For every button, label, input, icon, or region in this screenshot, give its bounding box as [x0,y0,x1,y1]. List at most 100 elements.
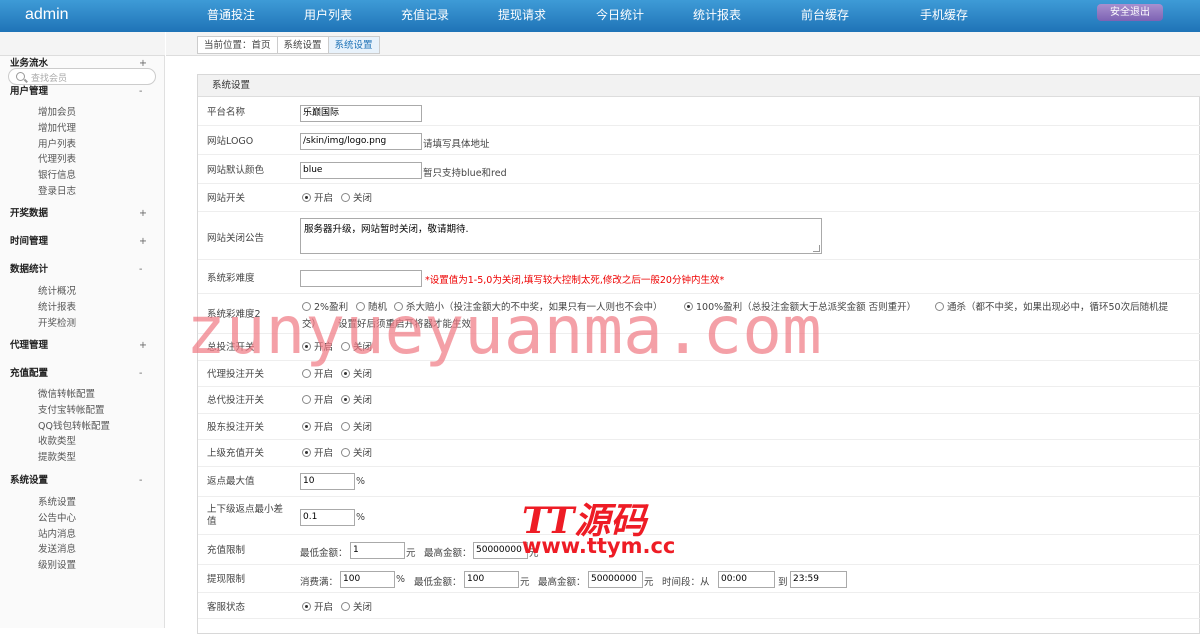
rebate-diff-unit: % [356,512,366,523]
sidebar-item[interactable]: 增加会员 [38,106,76,120]
rebate-max-unit: % [356,476,366,487]
sidebar-group-6[interactable]: 充值配置 - [0,366,165,382]
rebate-max-input[interactable]: 10 [300,473,355,490]
withdraw-consume-input[interactable]: 100 [340,571,395,588]
nav-item-2[interactable]: 充值记录 [401,0,449,32]
search-input[interactable]: 查找会员 [31,71,67,84]
nav-item-3[interactable]: 提现请求 [498,0,546,32]
sidebar-item[interactable]: 公告中心 [38,512,76,526]
sidebar-group-0[interactable]: 业务流水 + [0,56,165,72]
radio-label: 关闭 [353,193,373,204]
toggle-icon[interactable]: + [139,56,147,72]
logo-input[interactable]: /skin/img/logo.png [300,133,422,150]
sidebar-item[interactable]: 站内消息 [38,528,76,542]
sidebar-group-2[interactable]: 开奖数据 + [0,206,165,222]
sidebar-item[interactable]: QQ钱包转帐配置 [38,420,110,434]
difficulty2-option-3[interactable]: 100%盈利（总投注金额大于总派奖金额 否则重开） [684,302,916,314]
withdraw-time-from[interactable]: 00:00 [718,571,775,588]
toggle-icon[interactable]: + [139,206,147,222]
sidebar-item[interactable]: 代理列表 [38,153,76,167]
toggle-icon[interactable]: - [139,366,142,382]
withdraw-min-input[interactable]: 100 [464,571,519,588]
row-switch-4: 上级充值开关 开启 关闭 [198,440,1200,467]
switch-on[interactable]: 开启 [302,342,333,354]
nav-item-7[interactable]: 手机缓存 [920,0,968,32]
switch-on[interactable]: 开启 [302,421,333,434]
radio-icon [341,368,350,378]
switch-on[interactable]: 开启 [302,368,333,381]
sidebar-item[interactable]: 微信转帐配置 [38,388,95,402]
row-withdraw-limit: 提现限制 消费满： 100 % 最低金额： 100 元 最高金额： 500000… [198,565,1200,593]
sidebar-item[interactable]: 支付宝转帐配置 [38,404,105,418]
toggle-icon[interactable]: - [139,262,142,278]
nav-item-5[interactable]: 统计报表 [693,0,741,32]
nav-item-4[interactable]: 今日统计 [596,0,644,32]
withdraw-time-to[interactable]: 23:59 [790,571,847,588]
switch-on[interactable]: 开启 [302,395,333,407]
toggle-icon[interactable]: + [139,338,147,354]
difficulty2-option-0[interactable]: 2%盈利 [302,302,348,314]
switch-off[interactable]: 关闭 [341,448,372,460]
sidebar-group-3[interactable]: 时间管理 + [0,234,165,250]
switch-on[interactable]: 开启 [302,448,333,460]
logout-button[interactable]: 安全退出 [1097,4,1163,21]
switch-off[interactable]: 关闭 [341,395,372,407]
recharge-min-label: 最低金额： [300,548,348,559]
radio-icon [302,302,311,311]
label-difficulty: 系统彩难度 [207,273,255,284]
sidebar-group-title: 充值配置 [10,368,49,379]
switch-label: 总代投注开关 [207,395,265,407]
sidebar-item[interactable]: 级别设置 [38,559,76,573]
withdraw-max-input[interactable]: 50000000 [588,571,643,588]
toggle-icon[interactable]: + [139,234,147,250]
recharge-max-input[interactable]: 50000000 [473,542,528,559]
difficulty2-option-1[interactable]: 随机 [356,302,387,314]
sidebar-item[interactable]: 提款类型 [38,451,76,465]
panel-title: 系统设置 [198,75,1200,97]
sidebar-item[interactable]: 增加代理 [38,122,76,136]
difficulty2-option-2[interactable]: 杀大赔小（投注金额大的不中奖，如果只有一人则也不会中） [394,302,663,314]
close-notice-textarea[interactable]: 服务器升级，网站暂时关闭，敬请期待. [300,218,822,254]
switch-off[interactable]: 关闭 [341,421,372,434]
color-input[interactable]: blue [300,162,422,179]
recharge-min-input[interactable]: 1 [350,542,405,559]
platform-name-input[interactable]: 乐巅国际 [300,105,422,122]
sidebar-group-4[interactable]: 数据统计 - [0,262,165,278]
sidebar-item[interactable]: 收款类型 [38,435,76,449]
service-off[interactable]: 关闭 [341,602,372,614]
nav-item-1[interactable]: 用户列表 [304,0,352,32]
sidebar-item[interactable]: 开奖检测 [38,317,76,331]
switch-label: 上级充值开关 [207,448,265,460]
sidebar-item[interactable]: 发送消息 [38,543,76,557]
label-platform-name: 平台名称 [207,107,246,118]
withdraw-consume-label: 消费满： [300,577,339,588]
sidebar: 查找会员 业务流水 + 用户管理 - 增加会员增加代理用户列表 代理列表银行信息登录日志开… [0,56,165,628]
toggle-icon[interactable]: - [139,84,142,100]
difficulty2-option-4[interactable]: 通杀（都不中奖，如果出现必中，循环50次后随机提 [935,302,1168,314]
service-on[interactable]: 开启 [302,602,333,614]
breadcrumb-section[interactable]: 系统设置 [276,36,329,54]
sidebar-item[interactable]: 银行信息 [38,169,76,183]
radio-icon [302,368,311,378]
difficulty-input[interactable] [300,270,422,287]
switch-off[interactable]: 关闭 [341,368,372,381]
sidebar-item[interactable]: 统计概况 [38,285,76,299]
sidebar-group-title: 业务流水 [10,58,49,69]
breadcrumb-home[interactable]: 当前位置：首页 [197,36,278,54]
search-icon [16,72,25,81]
site-switch-off[interactable]: 关闭 [341,193,372,205]
sidebar-group-7[interactable]: 系统设置 - [0,473,165,489]
site-switch-on[interactable]: 开启 [302,193,333,205]
sidebar-group-5[interactable]: 代理管理 + [0,338,165,354]
switch-off[interactable]: 关闭 [341,342,372,354]
rebate-diff-input[interactable]: 0.1 [300,509,355,526]
sidebar-group-title: 代理管理 [10,340,49,351]
sidebar-item[interactable]: 登录日志 [38,185,76,199]
sidebar-item[interactable]: 用户列表 [38,138,76,152]
sidebar-group-1[interactable]: 用户管理 - [0,84,165,100]
sidebar-item[interactable]: 系统设置 [38,496,76,510]
sidebar-item[interactable]: 统计报表 [38,301,76,315]
toggle-icon[interactable]: - [139,473,142,489]
nav-item-6[interactable]: 前台缓存 [801,0,849,32]
nav-item-0[interactable]: 普通投注 [207,0,255,32]
